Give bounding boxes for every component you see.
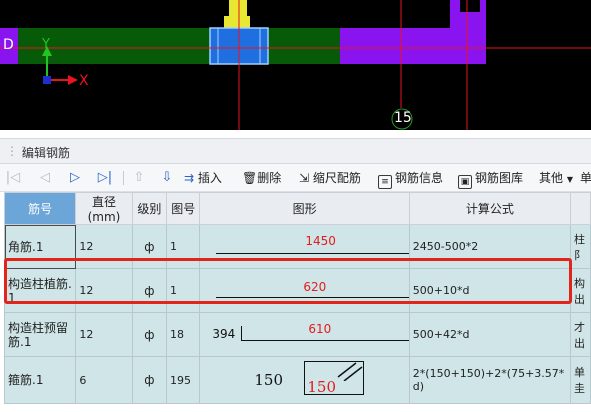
shape-dimension: 620: [303, 280, 327, 294]
axis-y-label: Y: [42, 37, 50, 52]
col-header-bar-no[interactable]: 筋号: [3, 192, 77, 225]
rebar-hook-line: [241, 326, 243, 340]
col-header-shape[interactable]: 图形: [199, 192, 410, 225]
table-row[interactable]: 箍筋.1 6 ф 195 150 150 2*(150+150)+2*(75+3…: [3, 356, 591, 404]
col-header-formula[interactable]: 计算公式: [408, 192, 572, 225]
side-label: D: [3, 37, 14, 53]
cell-formula[interactable]: 500+10*d: [408, 268, 572, 313]
other-label: 其他: [539, 171, 564, 185]
info-label: 钢筋信息: [395, 171, 444, 185]
cell-diameter[interactable]: 12: [75, 312, 133, 357]
prev-icon[interactable]: ◁: [36, 164, 54, 192]
last-icon[interactable]: ▷|: [96, 164, 114, 192]
delete-button[interactable]: 🗑删除: [242, 164, 281, 192]
cell-name[interactable]: 构造柱预留筋.1: [3, 312, 77, 357]
purple-inner-gap: [460, 0, 480, 12]
cell-formula[interactable]: 500+42*d: [408, 312, 572, 357]
table-row[interactable]: 角筋.1 12 ф 1 1450 2450-500*2 柱 阝: [3, 224, 591, 269]
stirrup-height: 150: [254, 371, 284, 389]
rebar-straight-line: [216, 253, 409, 254]
panel-titlebar[interactable]: ⋮⋮ 编辑钢筋: [0, 138, 591, 164]
cell-figure-no[interactable]: 1: [166, 224, 201, 269]
shape-hook-dimension: 394: [212, 327, 236, 341]
col-header-figure-no[interactable]: 图号: [166, 192, 201, 225]
cell-name[interactable]: 箍筋.1: [3, 356, 77, 404]
scale-label: 缩尺配筋: [312, 171, 361, 185]
yellow-base: [224, 16, 250, 28]
toolbar: |◁ ◁ ▷ ▷| ⇧ ⇩ ⇉ 插入 🗑删除 ⇲ 缩尺配筋 ≡ 钢筋信息 ▣ 钢筋图…: [0, 164, 591, 192]
cell-diameter[interactable]: 12: [75, 268, 133, 313]
info-icon: ≡: [378, 175, 392, 189]
cad-drawing: [0, 0, 591, 130]
axis-x-label: X: [79, 73, 89, 89]
stirrup-hook-icon: [337, 362, 363, 381]
cell-name[interactable]: 角筋.1: [3, 224, 77, 269]
cell-shape[interactable]: 620: [199, 268, 410, 313]
rebar-table: 筋号 直径(mm) 级别 图号 图形 计算公式 角筋.1 12 ф 1 1450…: [3, 192, 591, 404]
cell-shape[interactable]: 394 610: [199, 312, 410, 357]
ucs-x-arrow: [68, 75, 78, 85]
next-icon[interactable]: ▷: [66, 164, 84, 192]
cad-canvas[interactable]: D Y X 15: [0, 0, 591, 130]
library-icon: ▣: [458, 175, 472, 189]
yellow-element: [229, 0, 247, 16]
cell-grade[interactable]: ф: [131, 356, 168, 404]
insert-button[interactable]: ⇉ 插入: [184, 164, 222, 192]
insert-icon: ⇉: [184, 171, 195, 185]
move-up-icon[interactable]: ⇧: [130, 164, 148, 192]
library-label: 钢筋图库: [475, 171, 524, 185]
toolbar-divider: [123, 171, 124, 185]
cell-diameter[interactable]: 12: [75, 224, 133, 269]
cell-extra[interactable]: 单 圭: [570, 356, 591, 404]
cell-extra[interactable]: 构 出: [570, 268, 591, 313]
rebar-straight-line: [216, 297, 409, 298]
chevron-down-icon: ▼: [566, 175, 573, 184]
cell-grade[interactable]: ф: [131, 224, 168, 269]
edit-rebar-panel: ⋮⋮ 编辑钢筋 |◁ ◁ ▷ ▷| ⇧ ⇩ ⇉ 插入 🗑删除 ⇲ 缩尺配筋 ≡ 钢…: [0, 130, 591, 412]
ruler-icon: ⇲: [299, 171, 310, 185]
ucs-origin: [43, 76, 51, 84]
cell-diameter[interactable]: 6: [75, 356, 133, 404]
gridline-label: 15: [394, 110, 412, 126]
first-icon[interactable]: |◁: [4, 164, 22, 192]
cut-button[interactable]: 单: [580, 164, 591, 192]
cut-label: 单: [580, 171, 591, 185]
scale-rebar-button[interactable]: ⇲ 缩尺配筋: [299, 164, 361, 192]
rebar-info-button[interactable]: ≡ 钢筋信息: [378, 164, 443, 192]
cell-shape[interactable]: 1450: [199, 224, 410, 269]
cell-grade[interactable]: ф: [131, 268, 168, 313]
table-row[interactable]: 构造柱植筋.1 12 ф 1 620 500+10*d 构 出: [3, 268, 591, 313]
shape-dimension: 1450: [305, 234, 336, 248]
rebar-library-button[interactable]: ▣ 钢筋图库: [458, 164, 523, 192]
stirrup-width: 150: [307, 378, 337, 396]
cell-formula[interactable]: 2*(150+150)+2*(75+3.57*d): [408, 356, 572, 404]
trash-icon: 🗑: [242, 171, 258, 185]
cell-extra[interactable]: 柱 阝: [570, 224, 591, 269]
table-header-row: 筋号 直径(mm) 级别 图号 图形 计算公式: [3, 192, 591, 225]
shape-dimension: 610: [308, 322, 332, 336]
green-beam: [18, 28, 340, 64]
move-down-icon[interactable]: ⇩: [158, 164, 176, 192]
delete-label: 删除: [257, 171, 282, 185]
cell-name[interactable]: 构造柱植筋.1: [3, 268, 77, 313]
cell-figure-no[interactable]: 195: [166, 356, 201, 404]
cell-extra[interactable]: 才 出: [570, 312, 591, 357]
cell-figure-no[interactable]: 18: [166, 312, 201, 357]
cell-figure-no[interactable]: 1: [166, 268, 201, 313]
insert-label: 插入: [197, 171, 222, 185]
table-row[interactable]: 构造柱预留筋.1 12 ф 18 394 610 500+42*d 才 出: [3, 312, 591, 357]
other-dropdown[interactable]: 其他 ▼: [539, 164, 573, 192]
cell-shape[interactable]: 150 150: [199, 356, 410, 404]
col-header-extra[interactable]: [570, 192, 591, 225]
col-header-grade[interactable]: 级别: [131, 192, 168, 225]
panel-title: 编辑钢筋: [22, 146, 71, 160]
rebar-straight-line: [241, 340, 409, 341]
cell-formula[interactable]: 2450-500*2: [408, 224, 572, 269]
col-header-diameter[interactable]: 直径(mm): [75, 192, 133, 225]
cell-grade[interactable]: ф: [131, 312, 168, 357]
